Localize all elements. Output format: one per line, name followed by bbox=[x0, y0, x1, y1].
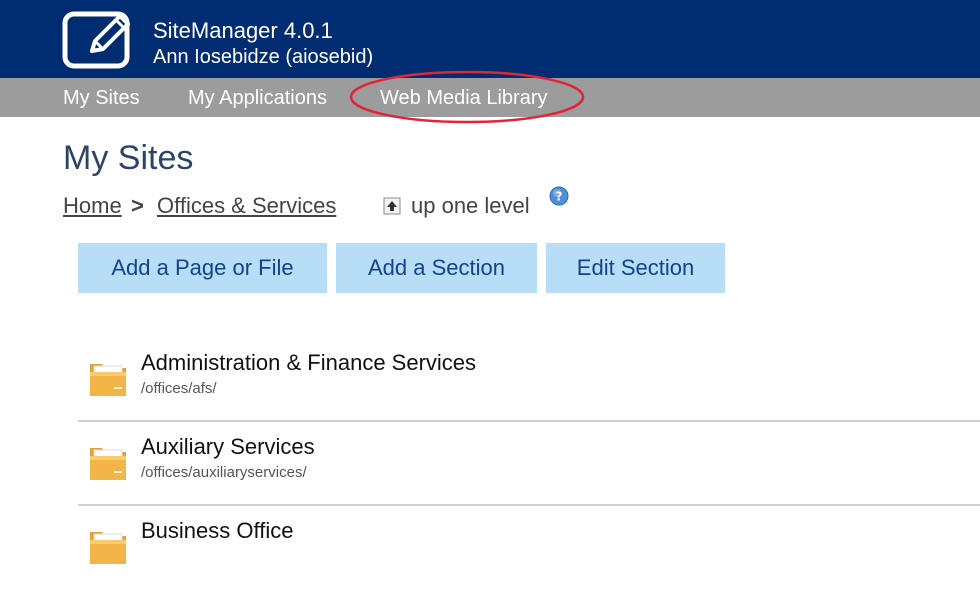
pencil-edit-icon[interactable] bbox=[62, 11, 136, 69]
up-arrow-icon[interactable] bbox=[383, 197, 401, 215]
section-path: /offices/afs/ bbox=[141, 380, 217, 397]
list-item[interactable]: Auxiliary Services /offices/auxiliaryser… bbox=[78, 422, 980, 506]
app-title: SiteManager 4.0.1 bbox=[153, 18, 333, 43]
breadcrumb: Home > Offices & Services up one level ? bbox=[63, 186, 683, 223]
folder-icon bbox=[90, 448, 126, 480]
list-item[interactable]: Business Office bbox=[78, 506, 980, 590]
add-page-or-file-button[interactable]: Add a Page or File bbox=[78, 243, 327, 293]
section-path: /offices/auxiliaryservices/ bbox=[141, 464, 307, 481]
folder-icon bbox=[90, 364, 126, 396]
section-title[interactable]: Auxiliary Services bbox=[141, 434, 315, 460]
folder-icon bbox=[90, 532, 126, 564]
list-item[interactable]: Administration & Finance Services /offic… bbox=[78, 338, 980, 422]
edit-section-button[interactable]: Edit Section bbox=[546, 243, 725, 293]
page-title: My Sites bbox=[63, 139, 194, 177]
up-one-level-link[interactable]: up one level bbox=[411, 193, 530, 219]
breadcrumb-separator: > bbox=[131, 193, 144, 218]
section-title[interactable]: Administration & Finance Services bbox=[141, 350, 476, 376]
user-name: Ann Iosebidze (aiosebid) bbox=[153, 46, 374, 68]
nav-web-media-library[interactable]: Web Media Library bbox=[380, 87, 547, 110]
breadcrumb-home-link[interactable]: Home bbox=[63, 193, 122, 219]
svg-text:?: ? bbox=[556, 190, 563, 204]
help-icon[interactable]: ? bbox=[549, 186, 569, 206]
app-header: SiteManager 4.0.1 Ann Iosebidze (aiosebi… bbox=[0, 0, 980, 78]
breadcrumb-current-link[interactable]: Offices & Services bbox=[157, 193, 336, 219]
section-title[interactable]: Business Office bbox=[141, 518, 293, 544]
nav-my-sites[interactable]: My Sites bbox=[63, 87, 140, 110]
add-section-button[interactable]: Add a Section bbox=[336, 243, 537, 293]
nav-my-applications[interactable]: My Applications bbox=[188, 87, 327, 110]
main-nav: My Sites My Applications Web Media Libra… bbox=[0, 78, 980, 117]
